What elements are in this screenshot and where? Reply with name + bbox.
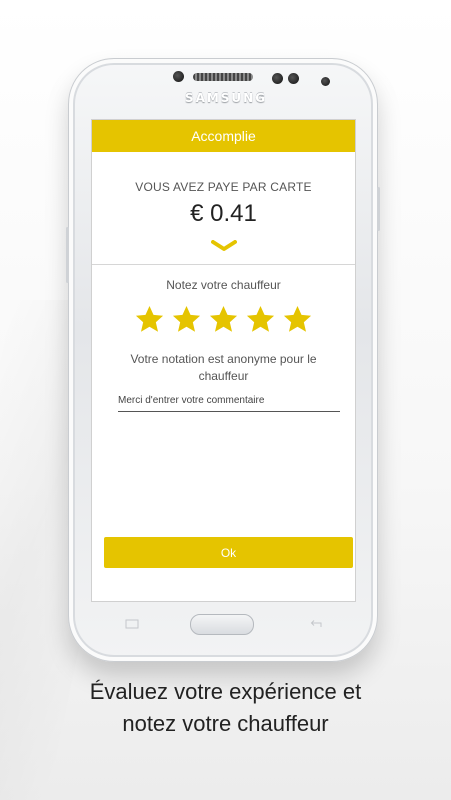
star-icon[interactable] bbox=[208, 304, 239, 335]
phone-device: SAMSUNG Accomplie VOUS AVEZ PAYE PAR CAR… bbox=[66, 58, 380, 662]
home-button[interactable] bbox=[190, 614, 254, 635]
back-key-icon[interactable] bbox=[309, 619, 323, 629]
app-screen: Accomplie VOUS AVEZ PAYE PAR CARTE € 0.4… bbox=[91, 119, 356, 602]
star-icon[interactable] bbox=[171, 304, 202, 335]
rating-prompt: Notez votre chauffeur bbox=[166, 278, 281, 292]
comment-input[interactable]: Merci d'entrer votre commentaire bbox=[118, 395, 340, 412]
earpiece-speaker bbox=[193, 73, 253, 81]
ok-button[interactable]: Ok bbox=[104, 537, 353, 568]
star-icon[interactable] bbox=[134, 304, 165, 335]
promo-caption: Évaluez votre expérience et notez votre … bbox=[0, 676, 451, 740]
light-sensor-icon bbox=[288, 73, 299, 84]
star-rating[interactable] bbox=[92, 304, 355, 335]
sensor-icon bbox=[173, 71, 184, 82]
ok-button-label: Ok bbox=[220, 545, 237, 560]
power-button bbox=[377, 187, 380, 231]
comment-placeholder: Merci d'entrer votre commentaire bbox=[118, 395, 265, 406]
star-icon[interactable] bbox=[282, 304, 313, 335]
menu-key-icon[interactable] bbox=[125, 619, 139, 629]
header-bar: Accomplie bbox=[92, 120, 355, 152]
star-icon[interactable] bbox=[245, 304, 276, 335]
caption-line-1: Évaluez votre expérience et bbox=[89, 679, 362, 704]
header-title: Accomplie bbox=[191, 128, 256, 144]
volume-button bbox=[66, 227, 69, 283]
payment-method-label: VOUS AVEZ PAYE PAR CARTE bbox=[135, 180, 312, 194]
divider bbox=[92, 264, 355, 265]
front-camera-icon bbox=[321, 77, 330, 86]
chevron-down-icon[interactable] bbox=[210, 240, 237, 252]
anonymity-note: Votre notation est anonyme pour le chauf… bbox=[130, 352, 317, 383]
fare-amount: € 0.41 bbox=[190, 200, 257, 227]
device-brand-logo: SAMSUNG bbox=[184, 91, 268, 105]
proximity-sensor-icon bbox=[272, 73, 283, 84]
caption-line-2: notez votre chauffeur bbox=[122, 711, 329, 736]
